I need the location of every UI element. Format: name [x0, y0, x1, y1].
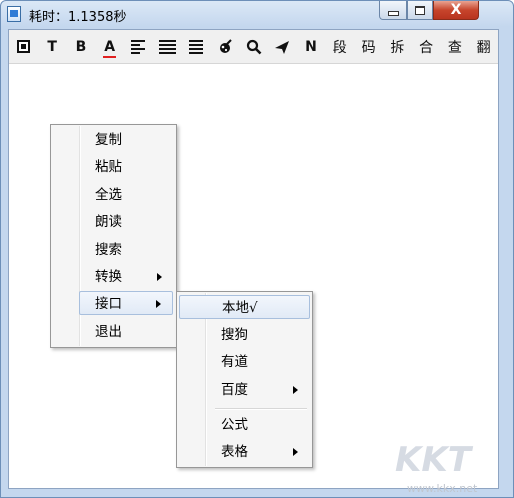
menu-item-label: 搜索 — [95, 242, 122, 258]
align-right-button[interactable] — [182, 35, 211, 59]
minimize-icon — [387, 10, 399, 16]
watermark-url: www.kkx.net — [407, 482, 478, 495]
submenu-arrow-icon — [156, 300, 161, 308]
minimize-button[interactable] — [379, 1, 407, 20]
submenu-arrow-icon — [157, 273, 162, 281]
search-icon — [246, 39, 261, 54]
menu-item-convert[interactable]: 转换 — [53, 265, 174, 289]
title-bar[interactable]: 耗时：1.1358秒 X — [1, 1, 513, 29]
submenu-item-youdao[interactable]: 有道 — [179, 350, 310, 374]
submenu-item-table[interactable]: 表格 — [179, 440, 310, 464]
submenu-item-sogou[interactable]: 搜狗 — [179, 323, 310, 347]
submenu-item-label: 百度 — [221, 382, 248, 398]
font-color-icon: A — [103, 38, 116, 58]
toolbar: T B A N 段 码 拆 合 查 翻 — [9, 30, 498, 64]
menu-item-exit[interactable]: 退出 — [53, 320, 174, 344]
code-button[interactable]: 码 — [354, 35, 383, 59]
merge-button[interactable]: 合 — [412, 35, 441, 59]
stop-button[interactable] — [9, 35, 38, 59]
app-icon — [7, 6, 21, 22]
submenu-item-label: 公式 — [221, 417, 248, 433]
text-icon: T — [47, 38, 57, 55]
paragraph-button[interactable]: 段 — [325, 35, 354, 59]
menu-item-interface[interactable]: 接口 — [79, 291, 173, 315]
menu-item-copy[interactable]: 复制 — [53, 128, 174, 152]
close-icon: X — [450, 2, 462, 18]
align-justify-icon — [158, 39, 176, 54]
submenu-item-formula[interactable]: 公式 — [179, 413, 310, 437]
submenu-item-label: 本地√ — [222, 300, 258, 316]
menu-item-read-aloud[interactable]: 朗读 — [53, 210, 174, 234]
maximize-button[interactable] — [407, 1, 433, 20]
merge-label: 合 — [419, 39, 434, 56]
n-icon: N — [305, 38, 317, 55]
menu-item-label: 转换 — [95, 269, 122, 285]
brush-button[interactable] — [210, 35, 239, 59]
context-menu: 复制 粘贴 全选 朗读 搜索 转换 接口 退出 — [50, 124, 177, 348]
submenu-arrow-icon — [293, 386, 298, 394]
menu-item-label: 全选 — [95, 187, 122, 203]
menu-item-search[interactable]: 搜索 — [53, 238, 174, 262]
menu-item-label: 退出 — [95, 324, 122, 340]
text-button[interactable]: T — [38, 35, 67, 59]
submenu-item-local[interactable]: 本地√ — [179, 295, 310, 319]
stop-square-icon — [16, 40, 30, 53]
lookup-button[interactable]: 查 — [440, 35, 469, 59]
code-label: 码 — [361, 39, 376, 56]
split-button[interactable]: 拆 — [383, 35, 412, 59]
send-icon — [275, 40, 290, 54]
watermark-logo: KKT — [395, 440, 471, 480]
n-button[interactable]: N — [297, 35, 326, 59]
interface-submenu: 本地√ 搜狗 有道 百度 公式 表格 — [176, 291, 313, 468]
send-button[interactable] — [268, 35, 297, 59]
menu-item-label: 接口 — [95, 296, 122, 312]
align-right-icon — [188, 39, 203, 54]
menu-item-label: 朗读 — [95, 214, 122, 230]
translate-button[interactable]: 翻 — [469, 35, 498, 59]
search-button[interactable] — [239, 35, 268, 59]
split-label: 拆 — [390, 39, 405, 56]
submenu-item-label: 表格 — [221, 444, 248, 460]
bold-icon: B — [75, 38, 87, 55]
menu-item-label: 复制 — [95, 132, 122, 148]
brush-icon — [219, 38, 232, 53]
maximize-icon — [415, 5, 425, 15]
lookup-label: 查 — [447, 39, 462, 56]
menu-item-label: 粘贴 — [95, 159, 122, 175]
paragraph-label: 段 — [332, 39, 347, 56]
align-left-icon — [131, 39, 146, 54]
close-button[interactable]: X — [433, 1, 479, 20]
window-title: 耗时：1.1358秒 — [29, 10, 127, 25]
submenu-item-label: 有道 — [221, 354, 248, 370]
submenu-item-baidu[interactable]: 百度 — [179, 378, 310, 402]
align-left-button[interactable] — [124, 35, 153, 59]
translate-label: 翻 — [476, 39, 491, 56]
menu-separator — [215, 408, 307, 410]
bold-button[interactable]: B — [67, 35, 96, 59]
submenu-item-label: 搜狗 — [221, 327, 248, 343]
menu-item-paste[interactable]: 粘贴 — [53, 155, 174, 179]
align-justify-button[interactable] — [153, 35, 182, 59]
font-color-button[interactable]: A — [95, 35, 124, 59]
menu-item-select-all[interactable]: 全选 — [53, 183, 174, 207]
submenu-arrow-icon — [293, 448, 298, 456]
watermark: KKT www.kkx.net — [395, 440, 511, 496]
